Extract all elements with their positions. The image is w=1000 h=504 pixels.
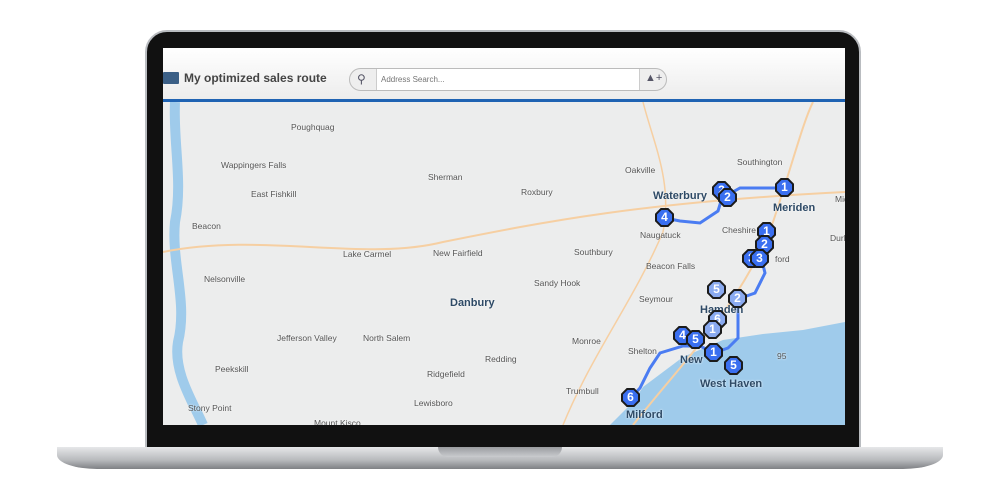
place-label: Sandy Hook	[534, 278, 581, 288]
place-label: New Fairfield	[433, 248, 483, 258]
place-label: West Haven	[700, 378, 763, 390]
place-label: Wappingers Falls	[221, 160, 287, 170]
address-search-input[interactable]	[376, 69, 640, 90]
place-label: Durham	[830, 233, 845, 243]
place-label: Cheshire	[722, 225, 757, 235]
place-label: Lewisboro	[414, 398, 453, 408]
place-label: Milford	[626, 409, 663, 421]
place-label: Jefferson Valley	[277, 333, 337, 343]
place-label: New	[680, 354, 703, 366]
place-label: Weston	[486, 423, 515, 425]
place-label: Southington	[737, 157, 783, 167]
stop-number: 1	[705, 322, 720, 337]
place-label: ford	[775, 254, 790, 264]
add-location-pin-icon[interactable]: ⚲	[357, 72, 366, 86]
map-logo-icon	[163, 72, 179, 84]
place-label: Mount Kisco	[314, 418, 361, 425]
app-screen: My optimized sales route ⚲ ▲+ Poughquag S…	[163, 48, 845, 425]
place-label: Beacon	[192, 221, 221, 231]
map-base	[163, 102, 845, 425]
stop-number: 3	[752, 251, 767, 266]
add-map-icon[interactable]: ▲+	[645, 72, 662, 84]
place-label: Monroe	[572, 336, 601, 346]
place-label: Peekskill	[215, 364, 249, 374]
highway	[163, 191, 845, 253]
route-title: My optimized sales route	[184, 71, 327, 85]
place-label: Seymour	[639, 294, 674, 304]
stop-number: 2	[730, 291, 745, 306]
laptop-notch	[438, 447, 562, 457]
place-label: Poughquag	[291, 122, 335, 132]
place-label: Lake Carmel	[343, 249, 392, 259]
place-label: Redding	[485, 354, 517, 364]
stop-number: 4	[657, 210, 672, 225]
place-label: Danbury	[450, 297, 495, 309]
place-label: Waterbury	[653, 190, 707, 202]
place-label: Sherman	[428, 172, 463, 182]
stop-number: 5	[726, 358, 741, 373]
place-label: Roxbury	[521, 187, 553, 197]
place-label: Nelsonville	[204, 274, 246, 284]
place-label: Naugatuck	[640, 230, 681, 240]
stop-number: 1	[706, 345, 721, 360]
place-label: Southbury	[574, 247, 613, 257]
stop-number: 2	[720, 190, 735, 205]
stop-number: 5	[688, 332, 703, 347]
hudson-river	[169, 102, 208, 425]
app-header: My optimized sales route ⚲ ▲+	[163, 48, 845, 100]
stop-number: 5	[709, 282, 724, 297]
map-view[interactable]: Poughquag Southington Wappingers Falls Oakv…	[163, 102, 845, 425]
place-label: North Salem	[363, 333, 411, 343]
place-label: 95	[777, 351, 787, 361]
place-label: Midd	[835, 194, 845, 204]
place-label: Oakville	[625, 165, 656, 175]
stop-number: 6	[623, 390, 638, 405]
place-label: Pound Ridge	[389, 424, 438, 425]
place-label: East Fishkill	[251, 189, 297, 199]
place-label: Meriden	[773, 202, 816, 214]
place-label: Stony Point	[188, 403, 232, 413]
address-search: ⚲ ▲+	[349, 68, 667, 91]
place-label: Ridgefield	[427, 369, 465, 379]
stop-number: 1	[777, 180, 792, 195]
place-label: Shelton	[628, 346, 657, 356]
place-label: Beacon Falls	[646, 261, 696, 271]
place-label: Trumbull	[566, 386, 599, 396]
